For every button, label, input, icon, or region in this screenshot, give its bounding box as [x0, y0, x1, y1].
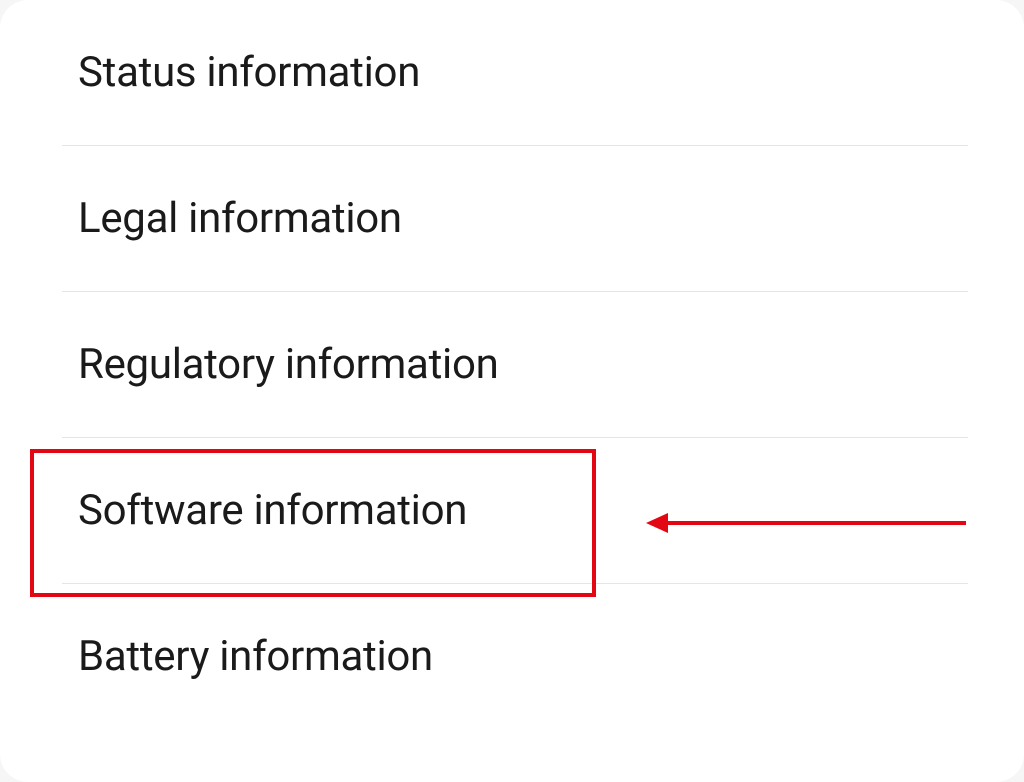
menu-item-label: Software information — [78, 486, 467, 535]
menu-item-legal-information[interactable]: Legal information — [0, 146, 1024, 291]
menu-item-label: Regulatory information — [78, 340, 499, 389]
menu-item-label: Battery information — [78, 632, 433, 681]
menu-item-label: Legal information — [78, 194, 402, 243]
settings-card: Status information Legal information Reg… — [0, 0, 1024, 782]
menu-item-regulatory-information[interactable]: Regulatory information — [0, 292, 1024, 437]
settings-list: Status information Legal information Reg… — [0, 0, 1024, 729]
menu-item-battery-information[interactable]: Battery information — [0, 584, 1024, 729]
menu-item-status-information[interactable]: Status information — [0, 0, 1024, 145]
menu-item-software-information[interactable]: Software information — [0, 438, 1024, 583]
menu-item-label: Status information — [78, 48, 420, 97]
